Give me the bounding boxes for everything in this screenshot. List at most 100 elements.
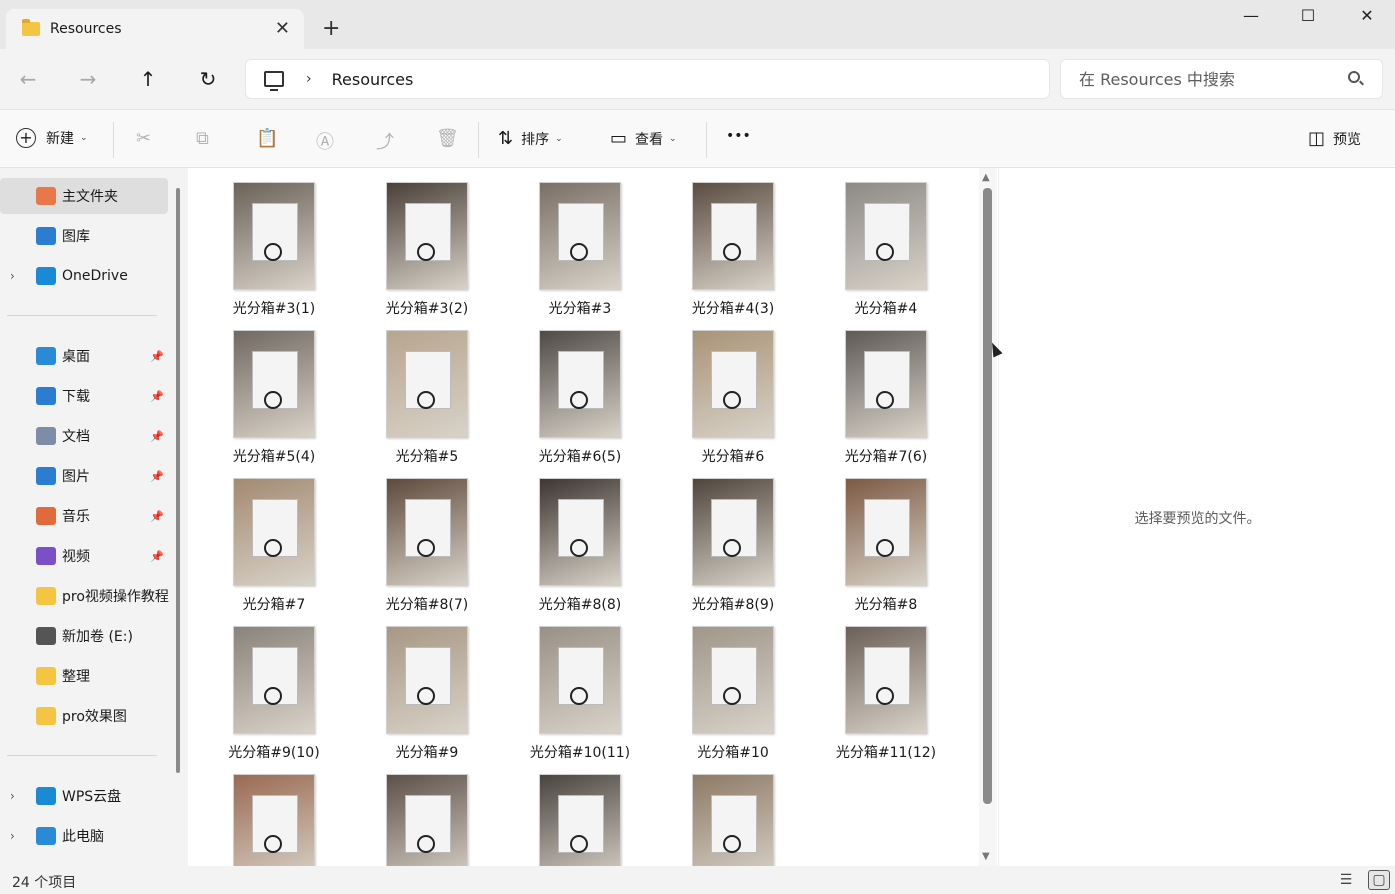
- sidebar-item[interactable]: pro效果图: [0, 698, 168, 734]
- sort-button[interactable]: ⇅ 排序 ⌄: [498, 128, 563, 149]
- file-thumbnail[interactable]: [386, 774, 468, 866]
- details-view-button[interactable]: ☰: [1335, 870, 1357, 890]
- search-box[interactable]: [1060, 59, 1383, 99]
- cut-button[interactable]: ✂: [136, 128, 159, 149]
- tab-resources[interactable]: Resources ✕: [6, 9, 304, 49]
- file-name[interactable]: 光分箱#3(1): [204, 298, 344, 318]
- file-thumbnail[interactable]: [386, 182, 468, 290]
- rename-button[interactable]: Ⓐ: [316, 128, 342, 154]
- command-bar: + 新建 ⌄ ✂ ⧉ 📋 Ⓐ ⤴ 🗑 ⇅ 排序 ⌄ ▭ 查看 ⌄ ••• ◫ 预…: [0, 109, 1395, 168]
- file-name[interactable]: 光分箱#8(7): [357, 594, 497, 614]
- file-name[interactable]: 光分箱#3: [510, 298, 650, 318]
- chevron-right-icon[interactable]: ›: [10, 829, 15, 843]
- breadcrumb-resources[interactable]: Resources: [332, 70, 414, 89]
- file-thumbnail[interactable]: [845, 626, 927, 734]
- file-name[interactable]: 光分箱#10: [663, 742, 803, 762]
- scroll-up-icon[interactable]: ▲: [982, 172, 990, 183]
- file-thumbnail[interactable]: [539, 626, 621, 734]
- sidebar-item[interactable]: 图片 📌: [0, 458, 168, 494]
- file-thumbnail[interactable]: [692, 478, 774, 586]
- file-thumbnail[interactable]: [233, 774, 315, 866]
- file-thumbnail[interactable]: [233, 478, 315, 586]
- sidebar-item[interactable]: 图库: [0, 218, 168, 254]
- file-thumbnail[interactable]: [845, 330, 927, 438]
- file-thumbnail[interactable]: [386, 330, 468, 438]
- sidebar-item[interactable]: › WPS云盘: [0, 778, 168, 814]
- file-name[interactable]: 光分箱#11(12): [816, 742, 956, 762]
- chevron-right-icon[interactable]: ›: [10, 789, 15, 803]
- sidebar-item[interactable]: 文档 📌: [0, 418, 168, 454]
- chevron-right-icon[interactable]: ›: [10, 269, 15, 283]
- paste-button[interactable]: 📋: [256, 128, 286, 149]
- file-name[interactable]: 光分箱#9(10): [204, 742, 344, 762]
- file-thumbnail[interactable]: [845, 182, 927, 290]
- file-thumbnail[interactable]: [386, 626, 468, 734]
- breadcrumb-separator[interactable]: ›: [306, 71, 312, 87]
- sidebar-item-label: 整理: [62, 669, 90, 685]
- file-name[interactable]: 光分箱#8: [816, 594, 956, 614]
- copy-button[interactable]: ⧉: [196, 128, 217, 149]
- file-name[interactable]: 光分箱#7(6): [816, 446, 956, 466]
- search-input[interactable]: [1079, 69, 1339, 89]
- file-name[interactable]: 光分箱#7: [204, 594, 344, 614]
- image-content: [570, 391, 588, 409]
- file-thumbnail[interactable]: [539, 478, 621, 586]
- sidebar-item[interactable]: 下载 📌: [0, 378, 168, 414]
- more-options-button[interactable]: •••: [726, 128, 751, 144]
- file-thumbnail[interactable]: [233, 626, 315, 734]
- file-thumbnail[interactable]: [233, 330, 315, 438]
- sidebar-item[interactable]: 视频 📌: [0, 538, 168, 574]
- file-thumbnail[interactable]: [233, 182, 315, 290]
- file-thumbnail[interactable]: [539, 774, 621, 866]
- sidebar-item[interactable]: › 此电脑: [0, 818, 168, 854]
- file-thumbnail[interactable]: [386, 478, 468, 586]
- file-thumbnail[interactable]: [539, 182, 621, 290]
- scroll-down-icon[interactable]: ▼: [982, 851, 990, 862]
- new-label: 新建: [46, 131, 74, 147]
- share-button[interactable]: ⤴: [376, 128, 402, 154]
- address-bar[interactable]: › Resources: [245, 59, 1050, 99]
- file-name[interactable]: 光分箱#5(4): [204, 446, 344, 466]
- preview-pane-button[interactable]: ◫ 预览: [1308, 128, 1361, 149]
- file-name[interactable]: 光分箱#6: [663, 446, 803, 466]
- view-button[interactable]: ▭ 查看 ⌄: [610, 128, 677, 149]
- sidebar-item[interactable]: 桌面 📌: [0, 338, 168, 374]
- back-button[interactable]: ←: [16, 67, 40, 91]
- file-name[interactable]: 光分箱#9: [357, 742, 497, 762]
- maximize-button[interactable]: ☐: [1293, 6, 1323, 25]
- file-name[interactable]: 光分箱#6(5): [510, 446, 650, 466]
- image-content: [264, 539, 282, 557]
- file-thumbnail[interactable]: [692, 182, 774, 290]
- sidebar-scrollbar[interactable]: [176, 188, 180, 773]
- file-name[interactable]: 光分箱#4: [816, 298, 956, 318]
- sidebar-item[interactable]: pro视频操作教程: [0, 578, 169, 614]
- forward-button[interactable]: →: [76, 67, 100, 91]
- new-button[interactable]: + 新建 ⌄: [16, 128, 88, 148]
- sidebar-item[interactable]: 新加卷 (E:): [0, 618, 168, 654]
- tiles-view-button[interactable]: ▢: [1368, 870, 1390, 890]
- close-window-button[interactable]: ✕: [1352, 6, 1382, 25]
- file-thumbnail[interactable]: [845, 478, 927, 586]
- file-name[interactable]: 光分箱#10(11): [510, 742, 650, 762]
- file-thumbnail[interactable]: [692, 626, 774, 734]
- file-name[interactable]: 光分箱#3(2): [357, 298, 497, 318]
- sidebar-item[interactable]: › OneDrive: [0, 258, 168, 294]
- minimize-button[interactable]: —: [1236, 6, 1266, 25]
- file-name[interactable]: 光分箱#4(3): [663, 298, 803, 318]
- file-name[interactable]: 光分箱#8(8): [510, 594, 650, 614]
- refresh-button[interactable]: ↻: [196, 67, 220, 91]
- content-scrollbar[interactable]: ▲ ▼: [979, 168, 997, 866]
- file-thumbnail[interactable]: [692, 774, 774, 866]
- file-name[interactable]: 光分箱#5: [357, 446, 497, 466]
- sidebar-item[interactable]: 音乐 📌: [0, 498, 168, 534]
- file-name[interactable]: 光分箱#8(9): [663, 594, 803, 614]
- new-tab-button[interactable]: +: [322, 16, 340, 41]
- up-button[interactable]: ↑: [136, 67, 160, 91]
- file-thumbnail[interactable]: [539, 330, 621, 438]
- scrollbar-thumb[interactable]: [983, 188, 992, 804]
- sidebar-item[interactable]: 整理: [0, 658, 168, 694]
- delete-button[interactable]: 🗑: [436, 128, 467, 149]
- file-thumbnail[interactable]: [692, 330, 774, 438]
- sidebar-item[interactable]: 主文件夹: [0, 178, 168, 214]
- tab-close-button[interactable]: ✕: [275, 18, 290, 39]
